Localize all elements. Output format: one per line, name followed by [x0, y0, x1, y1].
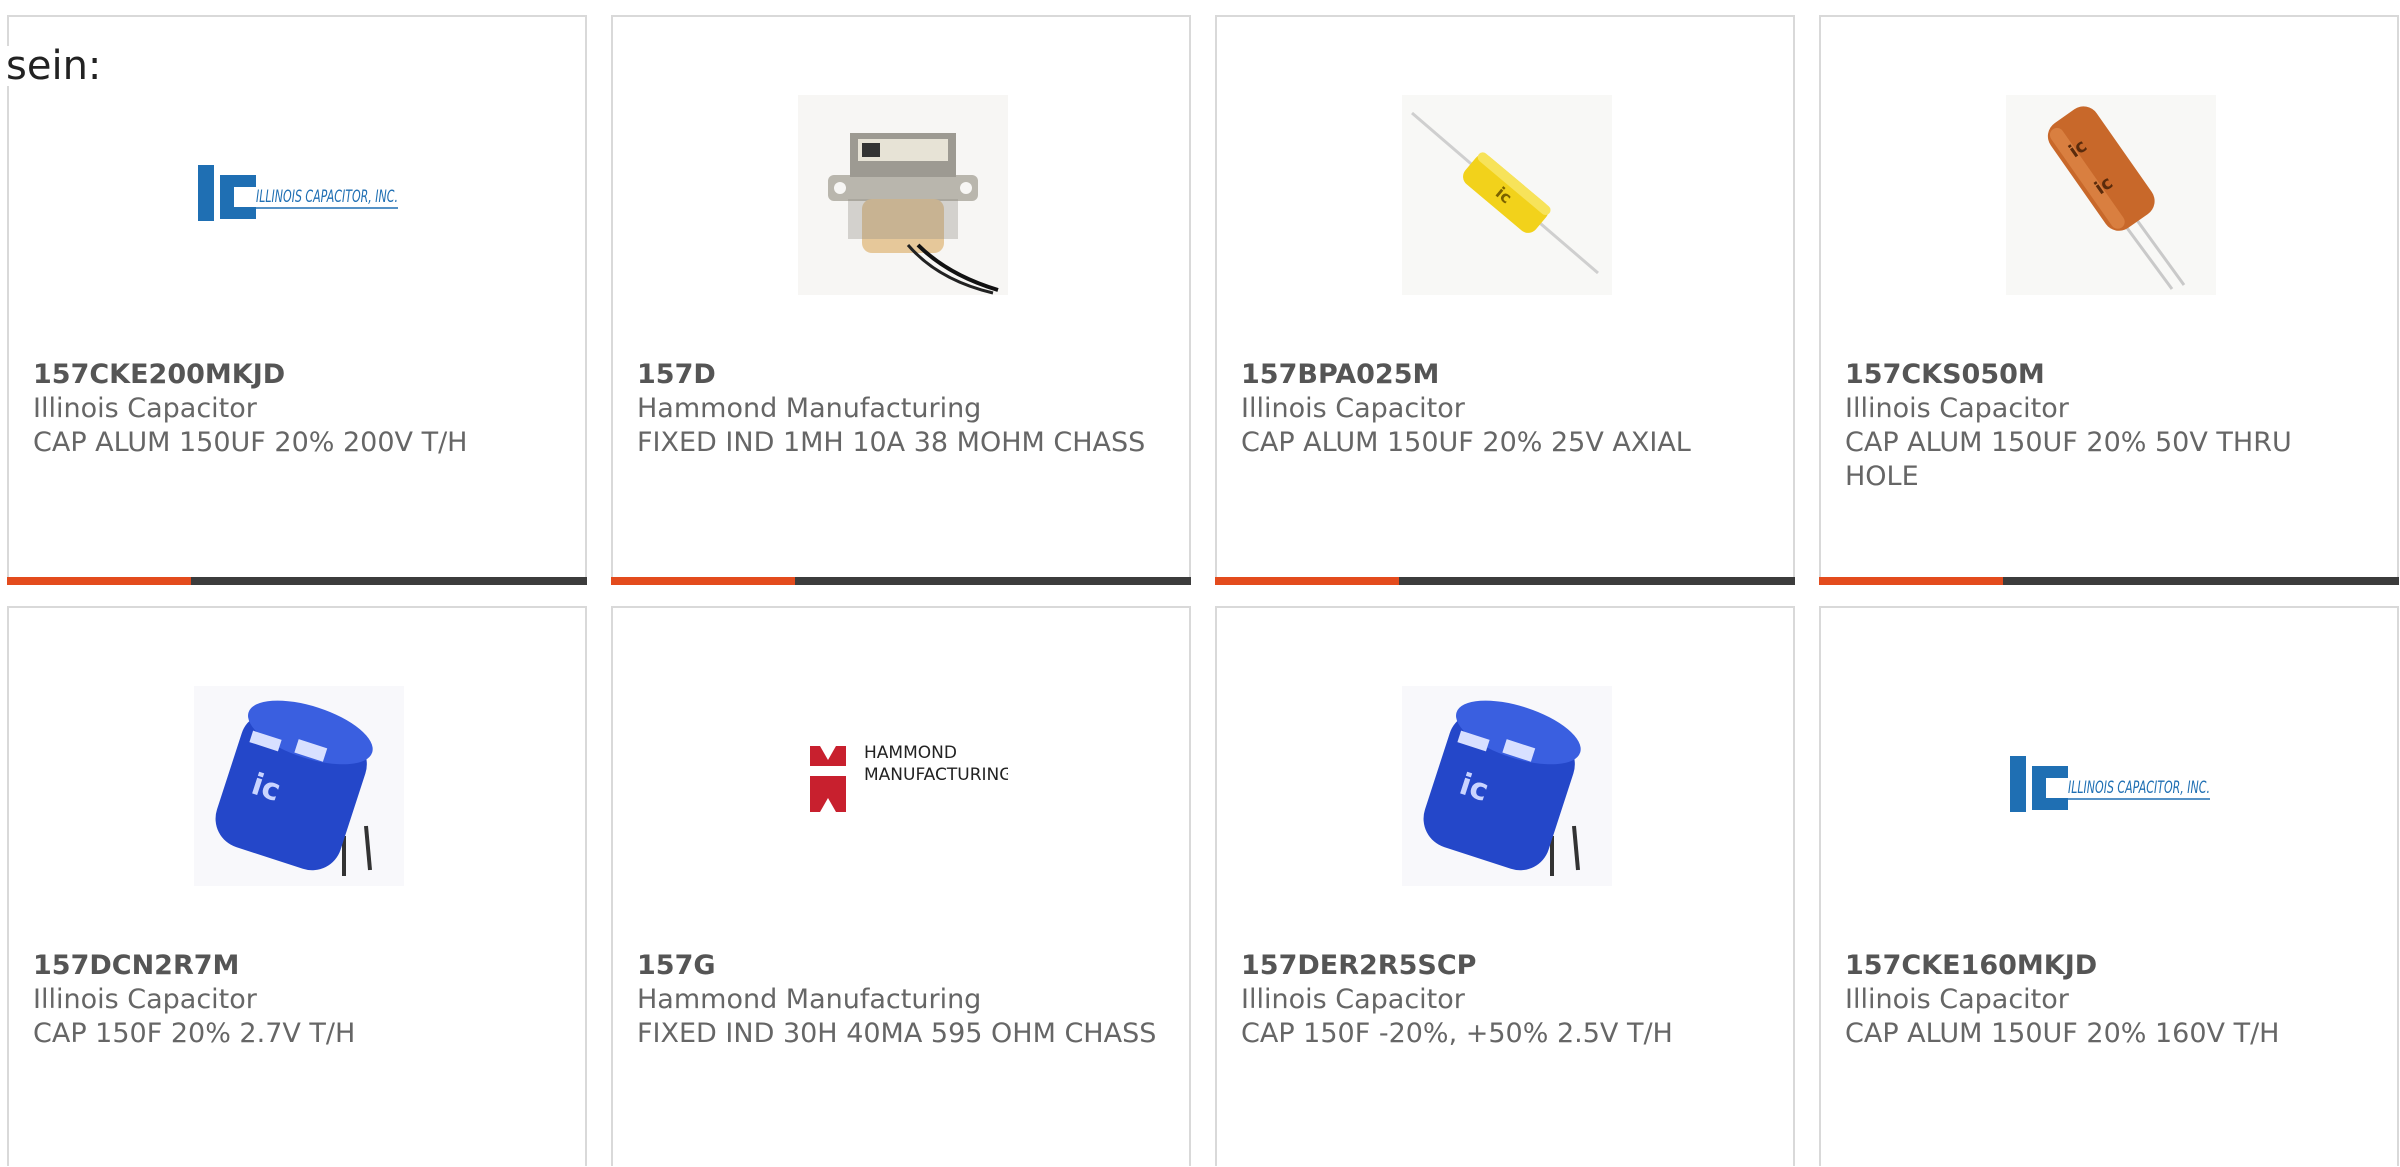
product-card[interactable]: ILLINOIS CAPACITOR, INC. 157CKE160MKJD I…	[1819, 606, 2399, 1166]
description: CAP ALUM 150UF 20% 50V THRU HOLE	[1845, 427, 2292, 492]
card-bar-accent	[1215, 577, 1399, 585]
manufacturer: Illinois Capacitor	[1241, 984, 1465, 1015]
description: CAP ALUM 150UF 20% 200V T/H	[33, 427, 468, 458]
part-number[interactable]: 157BPA025M	[1241, 357, 1769, 392]
description: FIXED IND 30H 40MA 595 OHM CHASS	[637, 1018, 1157, 1049]
card-bar-accent	[611, 577, 795, 585]
manufacturer: Illinois Capacitor	[33, 984, 257, 1015]
card-bar-accent	[1819, 577, 2003, 585]
description: CAP ALUM 150UF 20% 25V AXIAL	[1241, 427, 1691, 458]
part-number[interactable]: 157G	[637, 948, 1165, 983]
card-bar	[7, 577, 587, 585]
manufacturer: Illinois Capacitor	[33, 393, 257, 424]
description: FIXED IND 1MH 10A 38 MOHM CHASS	[637, 427, 1146, 458]
logo-text: ILLINOIS CAPACITOR, INC.	[256, 187, 398, 207]
product-card[interactable]: ic 157DCN2R7M Illinois Capacitor CAP 150…	[7, 606, 587, 1166]
manufacturer: Illinois Capacitor	[1241, 393, 1465, 424]
part-number[interactable]: 157CKE160MKJD	[1845, 948, 2373, 983]
logo-text-line2: MANUFACTURING.	[864, 765, 1008, 785]
description: CAP ALUM 150UF 20% 160V T/H	[1845, 1018, 2280, 1049]
logo-text-line1: HAMMOND	[864, 743, 957, 763]
product-card[interactable]: ic 157DER2R5SCP Illinois Capacitor CAP 1…	[1215, 606, 1795, 1166]
card-bar	[1215, 577, 1795, 585]
description: CAP 150F 20% 2.7V T/H	[33, 1018, 356, 1049]
radial-capacitor-photo: ic ic	[2006, 95, 2216, 295]
product-card[interactable]: 157D Hammond Manufacturing FIXED IND 1MH…	[611, 15, 1191, 585]
hammond-logo: HAMMOND MANUFACTURING.	[798, 686, 1008, 886]
illinois-capacitor-logo: ILLINOIS CAPACITOR, INC.	[194, 95, 404, 295]
logo-text: ILLINOIS CAPACITOR, INC.	[2068, 778, 2210, 798]
supercapacitor-photo: ic	[1402, 686, 1612, 886]
illinois-capacitor-logo: ILLINOIS CAPACITOR, INC.	[2006, 686, 2216, 886]
part-number[interactable]: 157DCN2R7M	[33, 948, 561, 983]
part-number[interactable]: 157CKE200MKJD	[33, 357, 561, 392]
product-grid: ILLINOIS CAPACITOR, INC. 157CKE200MKJD I…	[7, 15, 2400, 1166]
card-bar	[1819, 577, 2399, 585]
page-heading: sein:	[6, 43, 102, 89]
product-card[interactable]: HAMMOND MANUFACTURING. 157G Hammond Manu…	[611, 606, 1191, 1166]
product-card[interactable]: ILLINOIS CAPACITOR, INC. 157CKE200MKJD I…	[7, 15, 587, 585]
product-card[interactable]: ic 157BPA025M Illinois Capacitor CAP ALU…	[1215, 15, 1795, 585]
supercapacitor-photo: ic	[194, 686, 404, 886]
axial-capacitor-photo: ic	[1402, 95, 1612, 295]
product-card[interactable]: ic ic 157CKS050M Illinois Capacitor CAP …	[1819, 15, 2399, 585]
manufacturer: Illinois Capacitor	[1845, 984, 2069, 1015]
manufacturer: Hammond Manufacturing	[637, 393, 982, 424]
manufacturer: Hammond Manufacturing	[637, 984, 982, 1015]
manufacturer: Illinois Capacitor	[1845, 393, 2069, 424]
part-number[interactable]: 157CKS050M	[1845, 357, 2373, 392]
card-bar-accent	[7, 577, 191, 585]
card-bar	[611, 577, 1191, 585]
description: CAP 150F -20%, +50% 2.5V T/H	[1241, 1018, 1673, 1049]
chassis-inductor-photo	[798, 95, 1008, 295]
part-number[interactable]: 157DER2R5SCP	[1241, 948, 1769, 983]
part-number[interactable]: 157D	[637, 357, 1165, 392]
